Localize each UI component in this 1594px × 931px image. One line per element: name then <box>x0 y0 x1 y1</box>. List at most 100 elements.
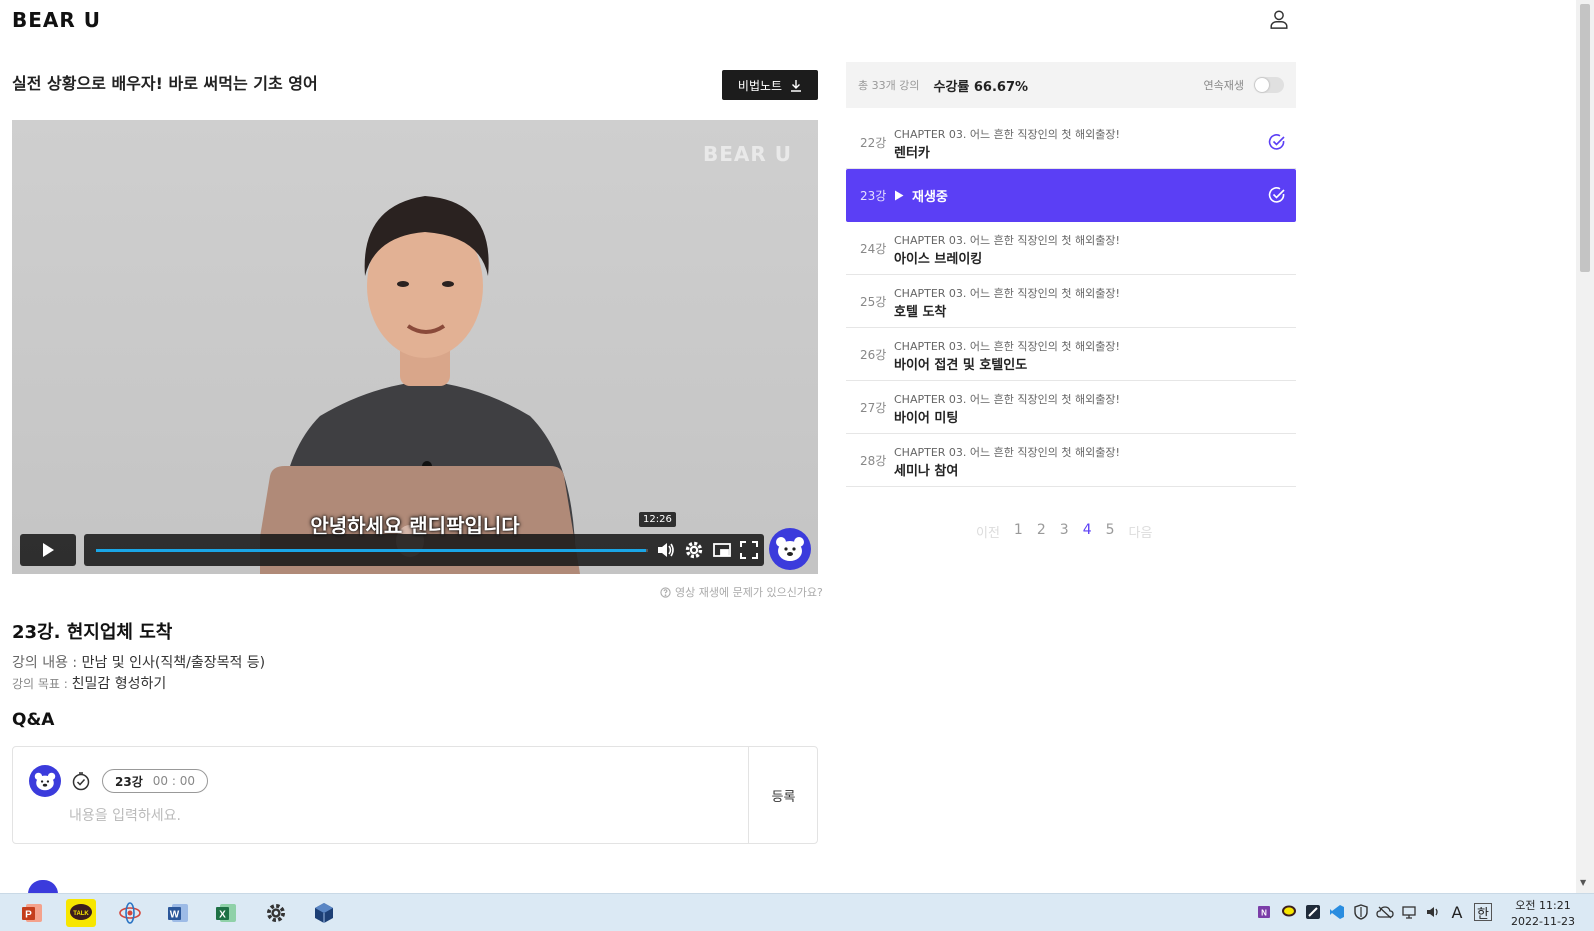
video-issue-text: 영상 재생에 문제가 있으신가요? <box>675 586 823 599</box>
lesson-chapter: CHAPTER 03. 어느 흔한 직장인의 첫 해외출장! <box>894 340 1120 353</box>
vscode-tray-icon[interactable] <box>1328 903 1346 921</box>
taskbar-clock[interactable]: 오전 11:21 2022-11-23 <box>1506 898 1580 930</box>
scrollbar-thumb[interactable] <box>1580 4 1590 272</box>
qa-title: Q&A <box>12 710 55 730</box>
volume-tray-icon[interactable] <box>1424 903 1442 921</box>
excel-icon[interactable]: X <box>212 899 240 927</box>
now-playing-label: 재생중 <box>912 190 948 205</box>
lesson-name: 세미나 참여 <box>894 464 959 479</box>
video-player[interactable]: BEAR U 안녕하세요 랜디팍입니다 12:26 <box>12 120 818 574</box>
progress-fill <box>96 549 647 552</box>
svg-text:W: W <box>170 910 180 921</box>
completed-check-icon <box>1268 186 1286 204</box>
help-circle-icon <box>660 586 671 598</box>
svg-text:TALK: TALK <box>73 911 89 917</box>
video-issue-link[interactable]: 영상 재생에 문제가 있으신가요? <box>660 584 823 600</box>
lesson-number: 22강 <box>860 135 887 150</box>
play-icon <box>895 190 904 201</box>
security-shield-icon[interactable] <box>1352 903 1370 921</box>
autoplay-label: 연속재생 <box>1203 79 1244 92</box>
scroll-down-arrow-icon[interactable]: ▼ <box>1580 878 1586 887</box>
lesson-name: 아이스 브레이킹 <box>894 252 983 267</box>
lesson-number: 24강 <box>860 241 887 256</box>
volume-icon[interactable] <box>656 540 676 560</box>
download-icon <box>791 79 802 92</box>
powerpoint-icon[interactable]: P <box>18 899 46 927</box>
taskbar: P TALK W X N A 한 오전 11:21 2022-11-23 <box>0 893 1594 931</box>
lesson-name: 호텔 도착 <box>894 305 947 320</box>
network-tray-icon[interactable] <box>1400 903 1418 921</box>
fullscreen-icon[interactable] <box>739 540 759 560</box>
time-tooltip: 12:26 <box>639 512 676 527</box>
lesson-item[interactable]: 24강 CHAPTER 03. 어느 흔한 직장인의 첫 해외출장! 아이스 브레이… <box>846 222 1296 275</box>
lesson-number: 26강 <box>860 347 887 362</box>
app-tray-icon[interactable] <box>1304 903 1322 921</box>
pagination-page-1[interactable]: 1 <box>1014 522 1023 541</box>
settings-gear-icon[interactable] <box>684 540 704 560</box>
ime-mode-indicator[interactable]: A <box>1448 903 1466 922</box>
lecture-goal-row: 강의 목표 : 친밀감 형성하기 <box>12 673 166 693</box>
now-playing: 재생중 <box>894 169 948 222</box>
pagination: 이전 1 2 3 4 5 다음 <box>976 522 1152 541</box>
page-scrollbar[interactable]: ▼ <box>1576 0 1594 893</box>
progress-bar[interactable] <box>96 549 648 552</box>
play-button[interactable] <box>20 534 76 566</box>
lesson-item[interactable]: 22강 CHAPTER 03. 어느 흔한 직장인의 첫 해외출장! 렌터카 <box>846 116 1296 169</box>
ime-language-indicator[interactable]: 한 <box>1474 903 1492 922</box>
logo[interactable]: BEAR U <box>12 8 101 32</box>
page: BEAR U 실전 상황으로 배우자! 바로 써먹는 기초 영어 비법노트 BE… <box>0 0 1594 931</box>
note-download-button[interactable]: 비법노트 <box>722 70 818 100</box>
control-bar: 12:26 <box>84 512 764 566</box>
lecture-content-value: 만남 및 인사(직책/출장목적 등) <box>81 655 266 671</box>
qa-submit-button[interactable]: 등록 <box>748 747 818 843</box>
lesson-item[interactable]: 26강 CHAPTER 03. 어느 흔한 직장인의 첫 해외출장! 바이어 접견 … <box>846 328 1296 381</box>
autoplay-control: 연속재생 <box>1204 77 1284 93</box>
network-app-icon[interactable] <box>116 899 144 927</box>
pagination-next[interactable]: 다음 <box>1129 522 1153 541</box>
lesson-chapter: CHAPTER 03. 어느 흔한 직장인의 첫 해외출장! <box>894 234 1120 247</box>
clock-date: 2022-11-23 <box>1511 915 1575 928</box>
pagination-prev[interactable]: 이전 <box>976 522 1000 541</box>
pagination-page-5[interactable]: 5 <box>1106 522 1115 541</box>
lesson-item-active[interactable]: 23강 재생중 <box>846 169 1296 222</box>
course-progress-summary: 총 33개 강의 수강률 66.67% 연속재생 <box>846 62 1296 108</box>
timestamp-lecture: 23강 <box>115 774 143 789</box>
lesson-item[interactable]: 27강 CHAPTER 03. 어느 흔한 직장인의 첫 해외출장! 바이어 미팅 <box>846 381 1296 434</box>
word-icon[interactable]: W <box>164 899 192 927</box>
lecture-goal-value: 친밀감 형성하기 <box>71 676 167 692</box>
lesson-item[interactable]: 28강 CHAPTER 03. 어느 흔한 직장인의 첫 해외출장! 세미나 참여 <box>846 434 1296 487</box>
kakaotalk-icon[interactable]: TALK <box>66 899 96 927</box>
lesson-chapter: CHAPTER 03. 어느 흔한 직장인의 첫 해외출장! <box>894 446 1120 459</box>
lesson-chapter: CHAPTER 03. 어느 흔한 직장인의 첫 해외출장! <box>894 128 1120 141</box>
autoplay-toggle[interactable] <box>1254 77 1284 93</box>
video-controls: 12:26 <box>20 512 800 568</box>
settings-gear-icon[interactable] <box>262 899 290 927</box>
pagination-page-4[interactable]: 4 <box>1083 522 1092 541</box>
onedrive-tray-icon[interactable] <box>1376 903 1394 921</box>
lecture-goal-label: 강의 목표 : <box>12 677 72 691</box>
lesson-number: 25강 <box>860 294 887 309</box>
lecture-content-row: 강의 내용 : 만남 및 인사(직책/출장목적 등) <box>12 652 265 672</box>
onenote-tray-icon[interactable]: N <box>1256 903 1274 921</box>
stopwatch-icon[interactable] <box>71 771 91 791</box>
lesson-item[interactable]: 25강 CHAPTER 03. 어느 흔한 직장인의 첫 해외출장! 호텔 도착 <box>846 275 1296 328</box>
pagination-page-3[interactable]: 3 <box>1060 522 1069 541</box>
timestamp-time: 00 : 00 <box>152 774 195 788</box>
lesson-number: 23강 <box>860 189 887 203</box>
avatar <box>29 765 61 797</box>
completed-check-icon <box>1268 133 1286 151</box>
virtualbox-icon[interactable] <box>310 899 338 927</box>
video-watermark: BEAR U <box>703 142 792 166</box>
pagination-page-2[interactable]: 2 <box>1037 522 1046 541</box>
qa-form: 23강 00 : 00 등록 <box>12 746 818 844</box>
qa-content-input[interactable] <box>69 805 669 827</box>
kakaotalk-tray-icon[interactable] <box>1280 903 1298 921</box>
picture-in-picture-icon[interactable] <box>712 540 732 560</box>
user-icon[interactable] <box>1268 8 1290 30</box>
total-lectures: 총 33개 강의 <box>858 79 920 92</box>
timestamp-pill[interactable]: 23강 00 : 00 <box>102 769 208 793</box>
note-download-label: 비법노트 <box>737 78 783 93</box>
clock-time: 오전 11:21 <box>1515 899 1571 912</box>
svg-text:P: P <box>25 910 32 921</box>
lesson-chapter: CHAPTER 03. 어느 흔한 직장인의 첫 해외출장! <box>894 393 1120 406</box>
